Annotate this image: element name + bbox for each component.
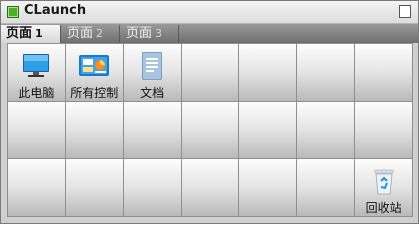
empty-slot[interactable] — [181, 101, 239, 159]
empty-slot[interactable] — [8, 159, 65, 216]
tab-number: 3 — [155, 27, 163, 40]
document-icon — [135, 51, 169, 81]
tab-page-2[interactable]: 页面 2 — [62, 25, 120, 43]
tab-label: 页面 — [126, 26, 153, 41]
empty-slot[interactable] — [8, 101, 65, 159]
tab-number: 2 — [96, 27, 104, 40]
empty-slot[interactable] — [297, 159, 355, 216]
empty-slot[interactable] — [181, 44, 239, 101]
empty-slot[interactable] — [297, 44, 355, 101]
empty-slot[interactable] — [65, 101, 123, 159]
control-panel-icon — [77, 51, 111, 81]
window-title: CLaunch — [24, 3, 87, 18]
launcher-item-label: 此电脑 — [18, 85, 55, 100]
title-bar[interactable]: CLaunch — [1, 1, 418, 24]
empty-slot[interactable] — [123, 159, 181, 216]
tab-label: 页面 — [6, 26, 33, 41]
launcher-item-label: 文档 — [140, 86, 165, 100]
claunch-window: CLaunch 页面 1 页面 2 页面 3 此电脑 所有控制 文档 回收站 — [0, 0, 419, 224]
tab-label: 页面 — [67, 26, 94, 41]
recycle-bin-icon — [367, 166, 401, 196]
empty-slot[interactable] — [123, 101, 181, 159]
launcher-item-this-pc[interactable]: 此电脑 — [8, 44, 65, 101]
monitor-icon — [19, 51, 53, 81]
launcher-item-label: 所有控制 — [70, 85, 119, 100]
empty-slot[interactable] — [239, 101, 297, 159]
empty-slot[interactable] — [65, 159, 123, 216]
launcher-grid: 此电脑 所有控制 文档 回收站 — [7, 43, 413, 217]
maximize-button[interactable] — [399, 5, 411, 18]
launcher-item-label: 回收站 — [365, 201, 402, 215]
empty-slot[interactable] — [239, 159, 297, 216]
launcher-item-control-panel[interactable]: 所有控制 — [65, 44, 123, 101]
empty-slot[interactable] — [355, 101, 412, 159]
tab-bar: 页面 1 页面 2 页面 3 — [1, 24, 418, 43]
tab-number: 1 — [35, 27, 43, 40]
empty-slot[interactable] — [239, 44, 297, 101]
empty-slot[interactable] — [181, 159, 239, 216]
empty-slot[interactable] — [297, 101, 355, 159]
app-icon — [7, 6, 19, 18]
tab-page-3[interactable]: 页面 3 — [121, 25, 179, 43]
empty-slot[interactable] — [355, 44, 412, 101]
launcher-item-documents[interactable]: 文档 — [123, 44, 181, 101]
tab-page-1[interactable]: 页面 1 — [1, 25, 61, 43]
launcher-item-recycle-bin[interactable]: 回收站 — [355, 159, 412, 216]
